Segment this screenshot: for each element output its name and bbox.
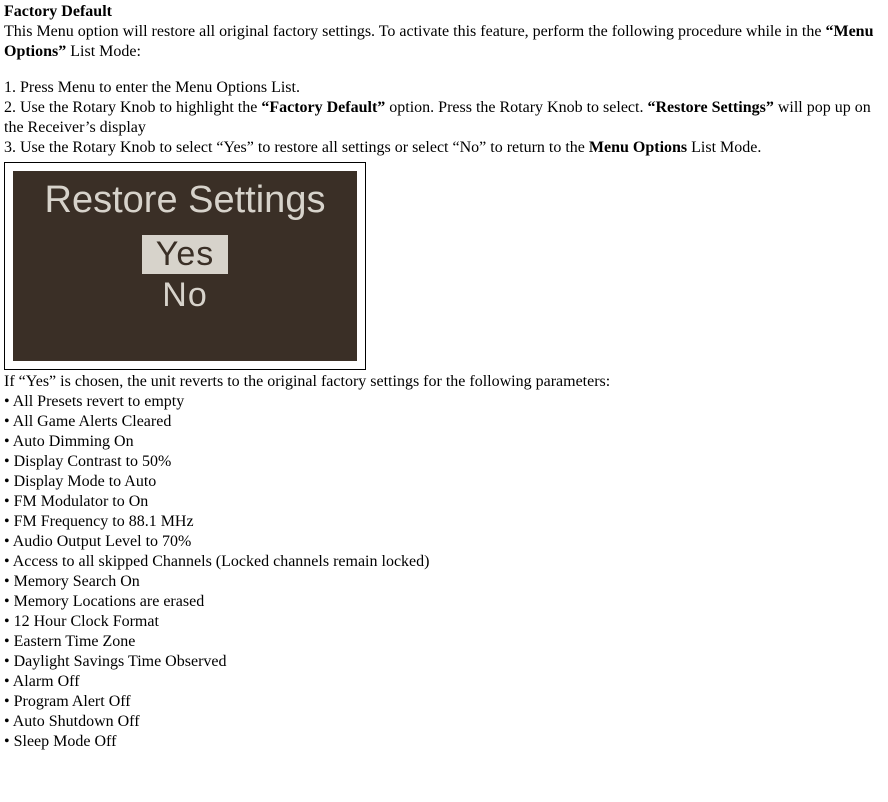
lcd-option-no: No bbox=[148, 276, 221, 315]
list-item: • All Game Alerts Cleared bbox=[4, 412, 884, 432]
intro-paragraph: This Menu option will restore all origin… bbox=[4, 22, 884, 62]
lcd-title: Restore Settings bbox=[45, 177, 326, 225]
list-item: • FM Frequency to 88.1 MHz bbox=[4, 512, 884, 532]
list-item: • Display Mode to Auto bbox=[4, 472, 884, 492]
intro-pre: This Menu option will restore all origin… bbox=[4, 23, 825, 40]
list-item: • Daylight Savings Time Observed bbox=[4, 652, 884, 672]
step3-pre: 3. Use the Rotary Knob to select “Yes” t… bbox=[4, 139, 589, 156]
list-item: • All Presets revert to empty bbox=[4, 392, 884, 412]
list-item: • Memory Search On bbox=[4, 572, 884, 592]
list-item: • Alarm Off bbox=[4, 672, 884, 692]
step2-b2: “Restore Settings” bbox=[647, 99, 773, 116]
step-2: 2. Use the Rotary Knob to highlight the … bbox=[4, 98, 884, 138]
list-item: • Auto Shutdown Off bbox=[4, 712, 884, 732]
list-item: • Program Alert Off bbox=[4, 692, 884, 712]
lcd-screen: Restore Settings Yes No bbox=[13, 171, 357, 361]
list-item: • Memory Locations are erased bbox=[4, 592, 884, 612]
lcd-option-yes: Yes bbox=[142, 235, 228, 274]
step2-b1: “Factory Default” bbox=[261, 99, 385, 116]
step2-mid: option. Press the Rotary Knob to select. bbox=[385, 99, 647, 116]
step-3: 3. Use the Rotary Knob to select “Yes” t… bbox=[4, 138, 884, 158]
step2-pre: 2. Use the Rotary Knob to highlight the bbox=[4, 99, 261, 116]
list-item: • FM Modulator to On bbox=[4, 492, 884, 512]
step3-b: Menu Options bbox=[589, 139, 687, 156]
list-item: • Access to all skipped Channels (Locked… bbox=[4, 552, 884, 572]
intro-post: List Mode: bbox=[66, 43, 141, 60]
list-item: • Auto Dimming On bbox=[4, 432, 884, 452]
section-title: Factory Default bbox=[4, 2, 884, 22]
list-item: • Sleep Mode Off bbox=[4, 732, 884, 752]
factory-reset-list: • All Presets revert to empty • All Game… bbox=[4, 392, 884, 752]
lcd-screenshot: Restore Settings Yes No bbox=[4, 162, 366, 370]
list-item: • 12 Hour Clock Format bbox=[4, 612, 884, 632]
lcd-options: Yes No bbox=[142, 235, 228, 315]
list-item: • Eastern Time Zone bbox=[4, 632, 884, 652]
spacer bbox=[4, 62, 884, 78]
result-intro: If “Yes” is chosen, the unit reverts to … bbox=[4, 372, 884, 392]
list-item: • Display Contrast to 50% bbox=[4, 452, 884, 472]
list-item: • Audio Output Level to 70% bbox=[4, 532, 884, 552]
step-1: 1. Press Menu to enter the Menu Options … bbox=[4, 78, 884, 98]
step3-post: List Mode. bbox=[687, 139, 761, 156]
